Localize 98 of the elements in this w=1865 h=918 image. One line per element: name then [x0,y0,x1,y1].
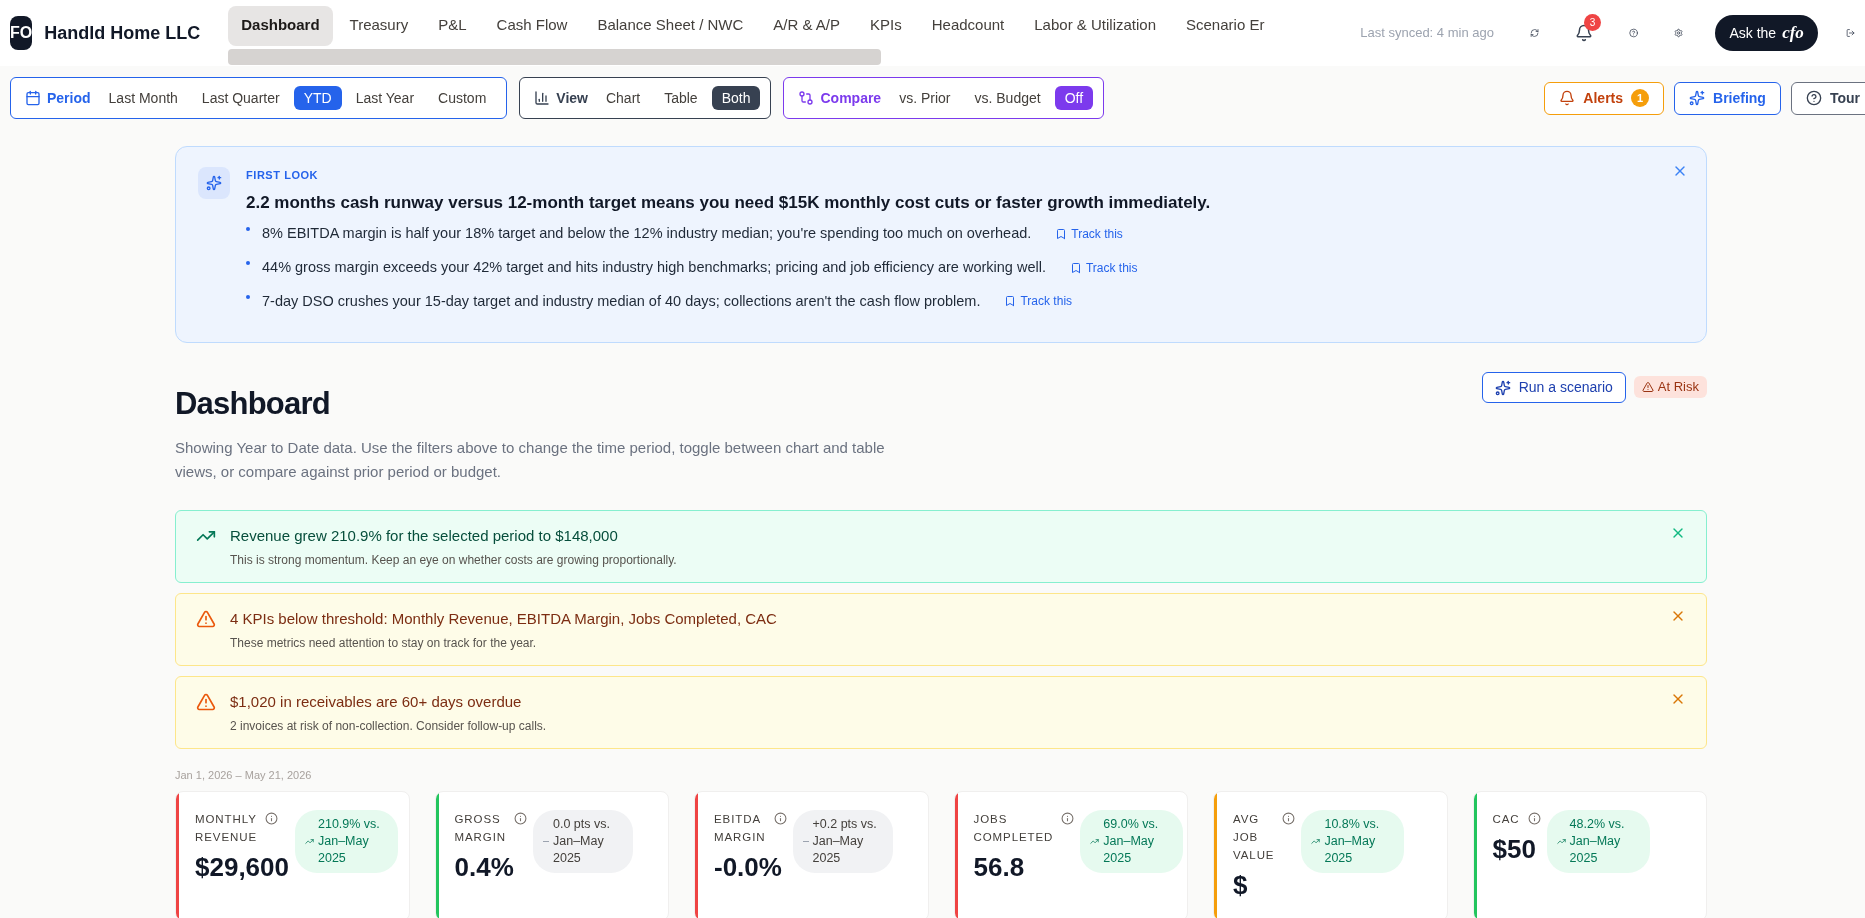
trend-up-icon [1311,837,1321,846]
nav-tab[interactable]: Labor & Utilization [1021,5,1169,46]
company-avatar: FO [10,16,33,50]
trend-up-icon [1090,837,1100,846]
kpi-delta: 69.0% vs. Jan–May 2025 [1103,816,1160,867]
nav-tab[interactable]: A/R & A/P [760,5,854,46]
bar-chart-icon [534,90,551,106]
nav-tab[interactable]: Treasury [336,5,422,46]
kpi-value: $50 [1492,833,1537,866]
sync-status: Last synced: 4 min ago [1360,24,1494,43]
kpi-label: CAC [1492,812,1520,827]
ask-cfo-button[interactable]: Ask the cfo [1715,15,1818,51]
filter-option[interactable]: vs. Prior [889,86,961,110]
trend-up-icon [305,837,314,846]
first-look-headline: 2.2 months cash runway versus 12-month target means you need $15K monthly cost cuts or faster growth immediately. [246,191,1211,214]
filter-group-label[interactable]: Period [21,87,95,109]
kpi-delta: 0.0 pts vs. Jan–May 2025 [553,816,611,867]
kpi-label: GROSS MARGIN [454,812,506,845]
nav-tab[interactable]: Headcount [918,5,1018,46]
filter-option[interactable]: Last Year [345,86,425,110]
filter-option[interactable]: YTD [293,86,342,110]
filter-option[interactable]: Custom [428,86,497,110]
bookmark-icon [1069,261,1082,274]
notification-count-badge: 3 [1584,14,1602,31]
page-title: Dashboard [175,385,331,423]
warning-icon [196,608,216,629]
kpi-label: JOBS COMPLETED [973,812,1054,845]
nav-tab[interactable]: Scenario Er [1173,5,1278,46]
kpi-delta: 48.2% vs. Jan–May 2025 [1569,816,1626,867]
at-risk-badge: At Risk [1633,376,1707,398]
info-icon[interactable] [1061,812,1075,825]
kpi-value: 56.8 [973,851,1026,884]
kpi-value: 0.4% [454,851,515,884]
sparkles-icon [1689,90,1706,106]
info-icon[interactable] [773,812,787,825]
alert-detail: 2 invoices at risk of non-collection. Consider follow-up calls. [230,718,547,735]
nav-tab[interactable]: KPIs [857,5,915,46]
page-description: Showing Year to Date data. Use the filters above to change the time period, toggle between chart and table views, or compare against prior period or budget. [175,437,886,482]
flat-dash-icon [802,841,809,842]
bell-icon [1559,90,1576,106]
alerts-count-badge: 1 [1631,89,1650,107]
alert-title: 4 KPIs below threshold: Monthly Revenue, EBITDA Margin, Jobs Completed, CAC [230,608,777,629]
kpi-value: $29,600 [195,851,289,884]
calendar-icon [25,90,41,106]
sparkles-icon [206,175,222,191]
kpi-delta: 210.9% vs. Jan–May 2025 [318,816,381,867]
tour-button[interactable]: Tour [1790,81,1865,115]
filter-group-label[interactable]: Compare [794,87,886,109]
kpi-label: MONTHLY REVENUE [195,812,258,845]
track-link[interactable]: Track this [1069,258,1138,277]
alert-title: Revenue grew 210.9% for the selected period to $148,000 [230,525,619,546]
track-link[interactable]: Track this [1055,224,1123,243]
date-range: Jan 1, 2026 – May 21, 2026 [175,767,313,783]
alert-title: $1,020 in receivables are 60+ days overdue [230,691,523,712]
track-link[interactable]: Track this [1004,292,1073,311]
bookmark-icon [1004,295,1017,308]
alerts-button[interactable]: Alerts 1 [1544,81,1665,115]
filter-group-label[interactable]: View [530,87,592,109]
filter-option[interactable]: Both [711,86,761,110]
filter-option[interactable]: Off [1054,86,1094,110]
nav-tab[interactable]: Dashboard [228,5,333,46]
sparkles-icon [1494,379,1511,396]
bookmark-icon [1055,227,1068,240]
insight-text: 8% EBITDA margin is half your 18% target and below the 12% industry median; you're spending too much on overhead. [262,224,1032,243]
info-icon[interactable] [265,812,279,825]
briefing-button[interactable]: Briefing [1674,81,1781,115]
kpi-value: $ [1233,869,1249,902]
insight-text: 44% gross margin exceeds your 42% target and hits industry high benchmarks; pricing and job efficiency are working well. [262,257,1046,277]
company-name: Handld Home LLC [44,22,201,45]
nav-tab[interactable]: Balance Sheet / NWC [584,5,757,46]
filter-option[interactable]: Chart [595,86,651,110]
filter-option[interactable]: Last Quarter [191,86,290,110]
flat-dash-icon [543,841,549,842]
kpi-value: -0.0% [714,851,783,884]
notification-bell-icon[interactable] [1575,24,1594,42]
info-icon[interactable] [514,812,527,825]
warning-icon [1641,381,1654,393]
filter-option[interactable]: Table [654,86,708,110]
filter-option[interactable]: vs. Budget [964,86,1051,110]
kpi-label: AVG JOB VALUE [1233,812,1275,863]
alert-detail: This is strong momentum. Keep an eye on whether costs are growing proportionally. [230,552,677,569]
first-look-eyebrow: FIRST LOOK [246,168,320,183]
filter-option[interactable]: Last Month [98,86,188,110]
kpi-delta: 10.8% vs. Jan–May 2025 [1324,816,1381,867]
run-scenario-button[interactable]: Run a scenario [1481,372,1626,403]
kpi-delta: +0.2 pts vs. Jan–May 2025 [812,816,878,867]
nav-tab[interactable]: P&L [425,5,480,46]
info-icon[interactable] [1282,812,1296,825]
scrollbar[interactable] [228,48,882,65]
compare-icon [798,90,815,106]
nav-tab[interactable]: Cash Flow [483,5,581,46]
warning-icon [196,691,216,712]
insight-text: 7-day DSO crushes your 15-day target and industry median of 40 days; collections aren't the cash flow problem. [262,291,981,311]
help-icon [1805,90,1822,106]
info-icon[interactable] [1527,812,1541,825]
alert-detail: These metrics need attention to stay on track for the year. [230,635,538,652]
kpi-label: EBITDA MARGIN [714,812,766,845]
trend-up-icon [1556,837,1566,846]
